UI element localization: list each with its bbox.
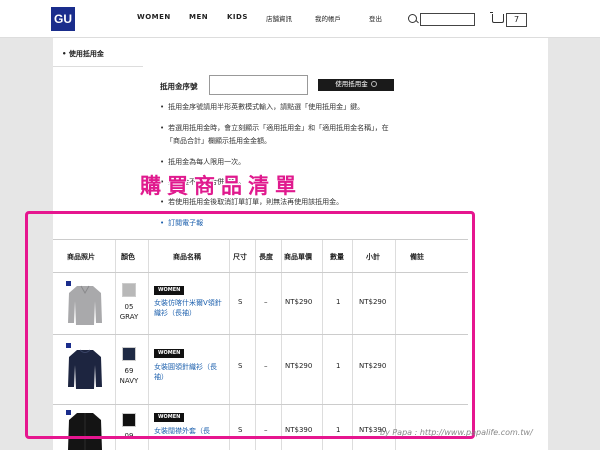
header-length: 長度 <box>259 253 273 261</box>
header-unit-price: 商品單價 <box>284 253 312 261</box>
women-badge: WOMEN <box>154 413 185 422</box>
nav-logout[interactable]: 登出 <box>369 13 382 23</box>
length-value: – <box>264 362 268 370</box>
divider <box>53 66 143 67</box>
header-subtotal: 小計 <box>366 253 380 261</box>
cart-count[interactable]: 7 <box>506 13 527 27</box>
header-size: 尺寸 <box>233 253 247 261</box>
subtotal: NT$290 <box>359 298 387 306</box>
subtotal: NT$290 <box>359 362 387 370</box>
size-value: S <box>238 426 243 434</box>
navy-sweater-image[interactable] <box>67 347 103 392</box>
header-qty: 數量 <box>330 253 344 261</box>
quantity: 1 <box>336 362 341 370</box>
unit-price: NT$390 <box>285 426 313 434</box>
voucher-note: 「商品合計」欄顯示抵用金金額。 <box>166 137 271 145</box>
nav-stores[interactable]: 店舗資訊 <box>266 13 292 23</box>
search-icon[interactable] <box>408 14 417 23</box>
top-bar: GU WOMEN MEN KIDS 店舗資訊 我的帳戶 登出 7 <box>0 0 600 38</box>
watermark-text: by Papa : http://www.papalife.com.tw/ <box>380 428 533 437</box>
table-header: 商品照片 顏色 商品名稱 尺寸 長度 商品單價 數量 小計 備註 <box>53 239 468 273</box>
nav-kids[interactable]: KIDS <box>227 13 248 21</box>
color-swatch <box>122 413 136 427</box>
newsletter-link[interactable]: 訂閱電子報 <box>160 217 460 230</box>
header-color: 顏色 <box>121 253 135 261</box>
color-name: GRAY <box>119 313 139 321</box>
voucher-note: 抵用金序號請用半形英數模式輸入，請點選「使用抵用金」鍵。 <box>160 101 460 114</box>
voucher-code-label: 抵用金序號 <box>160 82 198 91</box>
voucher-code-input[interactable] <box>209 75 308 95</box>
voucher-note: 抵用金為每人限用一次。 <box>160 156 460 169</box>
quantity: 1 <box>336 298 341 306</box>
product-name-link[interactable]: 女裝圓領針織衫（長袖） <box>154 362 224 382</box>
voucher-note: 若選用抵用金時，會立刻顯示「適用抵用金」和「適用抵用金名稱」，在 <box>160 122 460 135</box>
length-value: – <box>264 426 268 434</box>
cart-icon[interactable] <box>490 12 504 23</box>
unit-price: NT$290 <box>285 362 313 370</box>
annotation-title: 購買商品清單 <box>140 174 302 198</box>
color-name: NAVY <box>119 377 139 385</box>
quantity: 1 <box>336 426 341 434</box>
product-name-link[interactable]: 女裝仿喀什米爾V領針織衫（長袖） <box>154 298 224 318</box>
search-input[interactable] <box>420 13 475 26</box>
color-code: 69 <box>124 367 134 375</box>
use-voucher-button[interactable]: 使用抵用金 <box>318 79 394 91</box>
women-badge: WOMEN <box>154 286 185 295</box>
gu-logo[interactable]: GU <box>51 7 75 31</box>
color-code: 09 <box>124 432 134 440</box>
table-row: 05 GRAY WOMEN 女裝仿喀什米爾V領針織衫（長袖） S – NT$29… <box>53 273 468 335</box>
unit-price: NT$290 <box>285 298 313 306</box>
color-code: 05 <box>124 303 134 311</box>
swatch-fill <box>123 284 135 296</box>
gray-sweater-image[interactable] <box>67 283 103 328</box>
black-jacket-image[interactable] <box>67 411 103 450</box>
nav-women[interactable]: WOMEN <box>137 13 171 21</box>
length-value: – <box>264 298 268 306</box>
nav-account[interactable]: 我的帳戶 <box>315 13 341 23</box>
table-row: 69 NAVY WOMEN 女裝圓領針織衫（長袖） S – NT$290 1 N… <box>53 335 468 405</box>
info-icon <box>370 81 377 88</box>
header-remarks: 備註 <box>410 253 424 261</box>
size-value: S <box>238 298 243 306</box>
women-badge: WOMEN <box>154 349 185 358</box>
sidebar-title: • 使用抵用金 <box>62 50 104 58</box>
header-photo: 商品照片 <box>67 253 95 261</box>
use-voucher-label: 使用抵用金 <box>335 81 368 88</box>
product-name-link[interactable]: 女裝闊襟外套（長 <box>154 426 224 436</box>
nav-men[interactable]: MEN <box>189 13 208 21</box>
color-swatch <box>122 283 136 297</box>
color-swatch <box>122 347 136 361</box>
size-value: S <box>238 362 243 370</box>
header-name: 商品名稱 <box>173 253 201 261</box>
